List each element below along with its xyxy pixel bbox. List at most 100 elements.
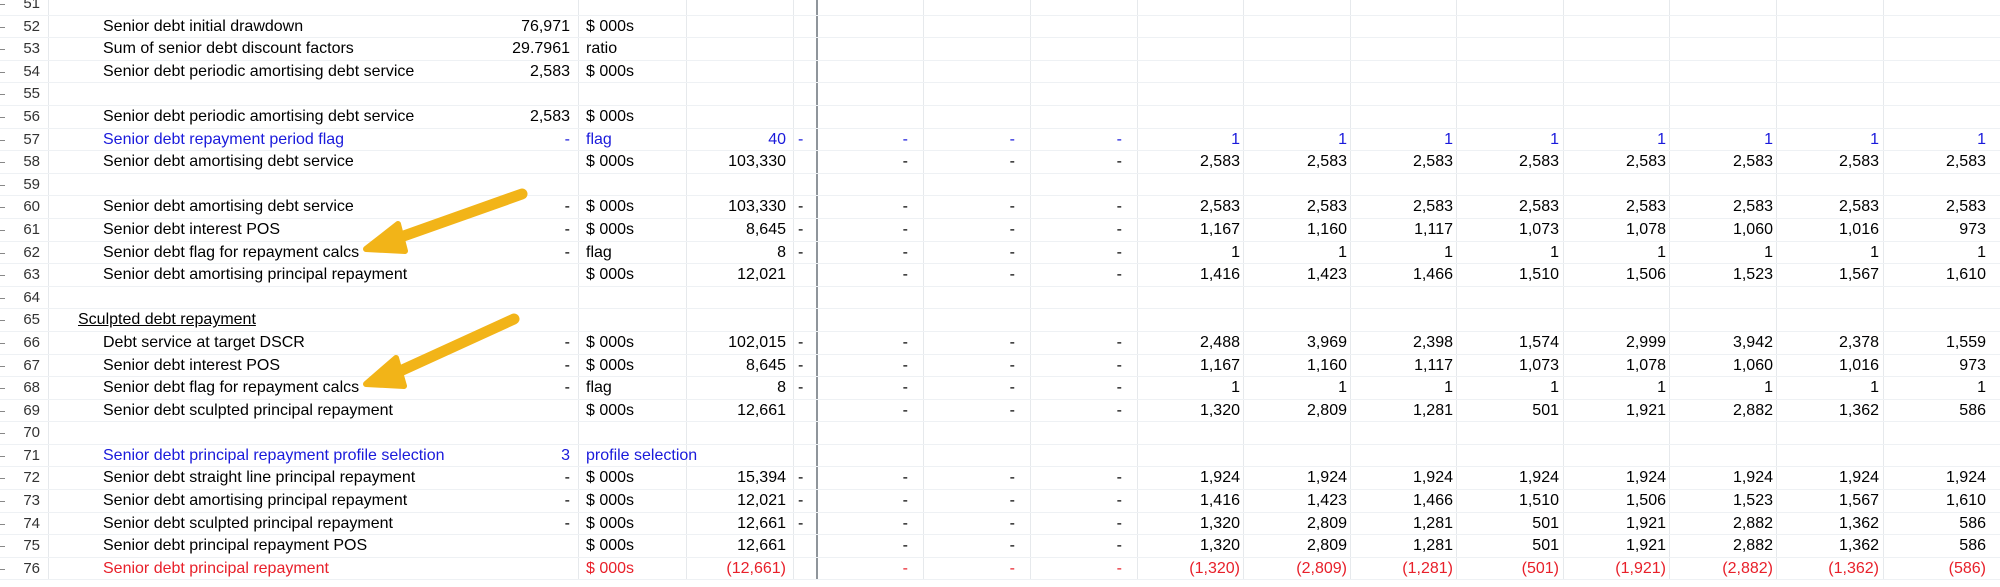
period-value-cell[interactable]: 1,423	[1267, 264, 1347, 286]
input-value-cell[interactable]: -	[470, 355, 570, 377]
total-cell[interactable]: 8,645	[686, 355, 786, 377]
period-value-cell[interactable]: 1	[1160, 242, 1240, 264]
period-value-cell[interactable]: 2,583	[1586, 151, 1666, 173]
period-value-cell[interactable]: -	[1042, 151, 1122, 173]
period-value-cell[interactable]: 2,398	[1373, 332, 1453, 354]
period-value-cell[interactable]	[935, 309, 1015, 331]
period-value-cell[interactable]	[935, 38, 1015, 60]
row-number[interactable]: 62	[0, 242, 40, 264]
period-value-cell[interactable]: -	[1042, 332, 1122, 354]
row-number[interactable]: 69	[0, 400, 40, 422]
row-number[interactable]: 63	[0, 264, 40, 286]
period-value-cell[interactable]	[1479, 309, 1559, 331]
period-value-cell[interactable]: 2,583	[1160, 151, 1240, 173]
period-value-cell[interactable]	[828, 422, 908, 444]
total-cell[interactable]	[686, 83, 786, 105]
period-value-cell[interactable]: -	[828, 490, 908, 512]
period-value-cell[interactable]: 1	[1267, 377, 1347, 399]
period-value-cell[interactable]: 1,924	[1479, 467, 1559, 489]
period-value-cell[interactable]	[935, 61, 1015, 83]
period-value-cell[interactable]	[1042, 61, 1122, 83]
row-label[interactable]: Senior debt principal repayment POS	[103, 535, 367, 557]
total-cell[interactable]: 12,021	[686, 264, 786, 286]
period-value-cell[interactable]: 586	[1906, 535, 1986, 557]
period-value-cell[interactable]: 1,416	[1160, 264, 1240, 286]
period-value-cell[interactable]: -	[935, 355, 1015, 377]
period-value-cell[interactable]: -	[935, 219, 1015, 241]
period-value-cell[interactable]	[1267, 0, 1347, 15]
period-value-cell[interactable]: 1,423	[1267, 490, 1347, 512]
period-value-cell[interactable]	[935, 0, 1015, 15]
period-value-cell[interactable]	[1799, 174, 1879, 196]
total-cell[interactable]	[686, 38, 786, 60]
total-cell[interactable]: (12,661)	[686, 558, 786, 580]
period-value-cell[interactable]: -	[1042, 377, 1122, 399]
period-value-cell[interactable]: 501	[1479, 513, 1559, 535]
period-value-cell[interactable]: (1,362)	[1799, 558, 1879, 580]
row-label[interactable]: Senior debt sculpted principal repayment	[103, 513, 393, 535]
period-value-cell[interactable]: 2,583	[1267, 196, 1347, 218]
total-cell[interactable]: 8	[686, 377, 786, 399]
input-value-cell[interactable]	[470, 558, 570, 580]
period-value-cell[interactable]: (1,320)	[1160, 558, 1240, 580]
period-value-cell[interactable]	[1160, 83, 1240, 105]
period-value-cell[interactable]: 1,924	[1160, 467, 1240, 489]
period-value-cell[interactable]	[828, 174, 908, 196]
period-value-cell[interactable]	[1693, 106, 1773, 128]
period-value-cell[interactable]: -	[828, 242, 908, 264]
input-value-cell[interactable]	[470, 0, 570, 15]
period-value-cell[interactable]: 1,362	[1799, 513, 1879, 535]
period-value-cell[interactable]: (1,281)	[1373, 558, 1453, 580]
row-label[interactable]: Senior debt initial drawdown	[103, 16, 303, 38]
period-value-cell[interactable]: -	[828, 377, 908, 399]
period-value-cell[interactable]: 586	[1906, 513, 1986, 535]
row-number[interactable]: 60	[0, 196, 40, 218]
period-value-cell[interactable]	[1479, 174, 1559, 196]
unit-cell[interactable]: flag	[586, 129, 612, 151]
row-label[interactable]: Senior debt interest POS	[103, 355, 280, 377]
period-value-cell[interactable]	[1693, 309, 1773, 331]
period-value-cell[interactable]: 1,610	[1906, 264, 1986, 286]
input-value-cell[interactable]: -	[470, 332, 570, 354]
period-value-cell[interactable]: -	[1042, 242, 1122, 264]
period-value-cell[interactable]	[1693, 61, 1773, 83]
period-value-cell[interactable]: 1	[1906, 377, 1986, 399]
period-value-cell[interactable]	[828, 445, 908, 467]
period-value-cell[interactable]: 1	[1586, 377, 1666, 399]
period-value-cell[interactable]	[1267, 16, 1347, 38]
period-value-cell[interactable]: 973	[1906, 219, 1986, 241]
period-value-cell[interactable]	[1906, 422, 1986, 444]
unit-cell[interactable]: $ 000s	[586, 355, 634, 377]
total-cell[interactable]	[686, 61, 786, 83]
period-value-cell[interactable]	[1267, 83, 1347, 105]
total-cell[interactable]	[686, 106, 786, 128]
period-value-cell[interactable]: -	[935, 196, 1015, 218]
period-value-cell[interactable]	[1160, 38, 1240, 60]
period-value-cell[interactable]	[1160, 309, 1240, 331]
period-value-cell[interactable]: (501)	[1479, 558, 1559, 580]
input-value-cell[interactable]: -	[470, 196, 570, 218]
period-value-cell[interactable]: -	[828, 196, 908, 218]
period-value-cell[interactable]: 1	[1693, 129, 1773, 151]
row-number[interactable]: 57	[0, 129, 40, 151]
period-value-cell[interactable]: 1,510	[1479, 264, 1559, 286]
period-value-cell[interactable]: -	[935, 490, 1015, 512]
period-value-cell[interactable]: 1	[1693, 377, 1773, 399]
unit-cell[interactable]: $ 000s	[586, 467, 634, 489]
total-cell[interactable]	[686, 445, 786, 467]
period-value-cell[interactable]	[1267, 309, 1347, 331]
row-number[interactable]: 66	[0, 332, 40, 354]
period-value-cell[interactable]: -	[935, 558, 1015, 580]
period-value-cell[interactable]: 2,583	[1373, 196, 1453, 218]
period-value-cell[interactable]	[1799, 422, 1879, 444]
period-value-cell[interactable]	[1373, 309, 1453, 331]
total-cell[interactable]: 12,661	[686, 535, 786, 557]
period-value-cell[interactable]: 2,583	[1267, 151, 1347, 173]
period-value-cell[interactable]	[1906, 309, 1986, 331]
unit-cell[interactable]: profile selection	[586, 445, 697, 467]
period-value-cell[interactable]: 1,160	[1267, 355, 1347, 377]
period-value-cell[interactable]	[1799, 38, 1879, 60]
period-value-cell[interactable]: -	[828, 400, 908, 422]
period-value-cell[interactable]	[828, 287, 908, 309]
period-value-cell[interactable]: -	[828, 264, 908, 286]
